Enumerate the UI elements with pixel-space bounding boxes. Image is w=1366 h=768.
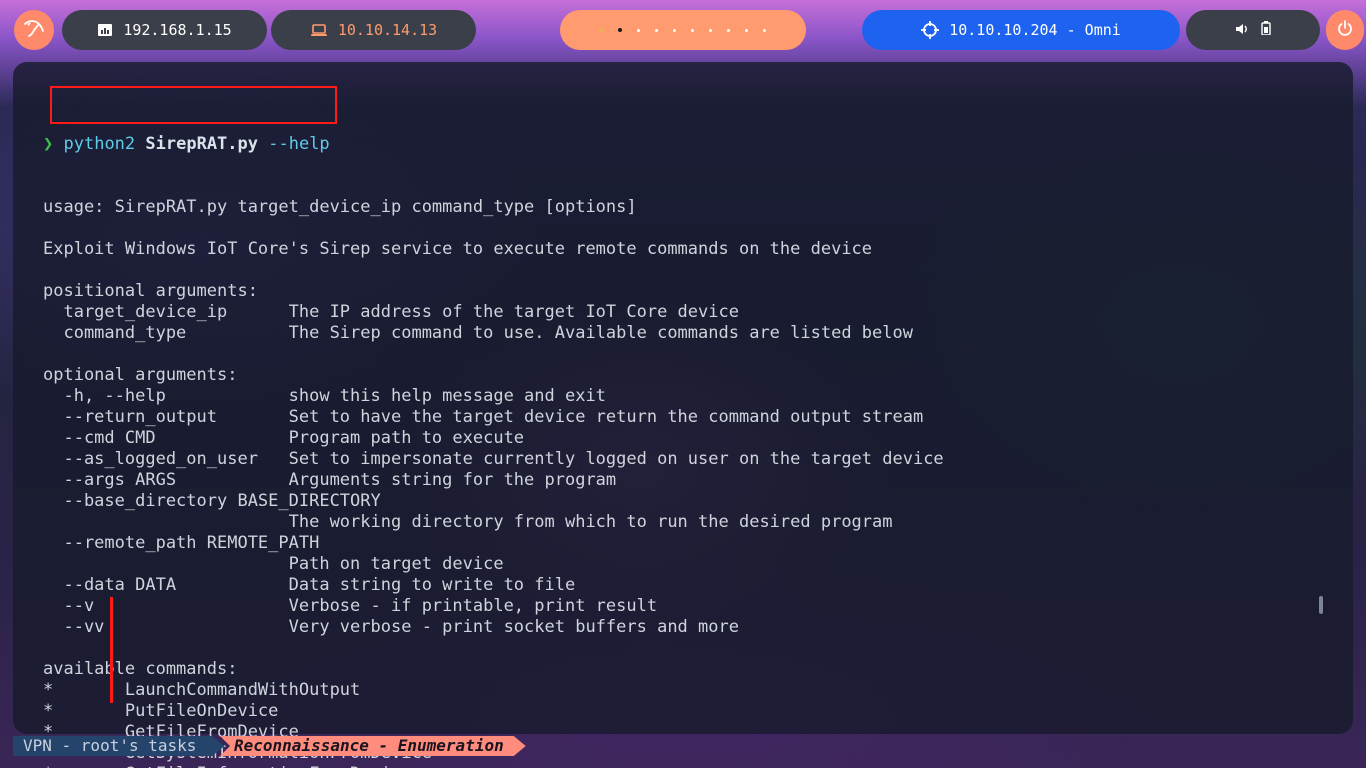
terminal-line: * LaunchCommandWithOutput xyxy=(43,680,361,700)
speaker-icon[interactable] xyxy=(1235,21,1249,39)
power-button[interactable] xyxy=(1326,10,1364,50)
terminal-line: --args ARGS Arguments string for the pro… xyxy=(43,470,617,490)
terminal-line: available commands: xyxy=(43,659,238,679)
terminal-line: --cmd CMD Program path to execute xyxy=(43,428,525,448)
workspace-dot-10[interactable] xyxy=(763,28,766,32)
workspace-dot-9[interactable] xyxy=(745,28,748,32)
terminal-line: Path on target device xyxy=(43,554,504,574)
workspace-dot-7[interactable] xyxy=(709,28,712,32)
vpn-ip-indicator[interactable]: 10.10.14.13 xyxy=(271,10,476,50)
workspace-dot-5[interactable] xyxy=(673,28,676,32)
target-text: 10.10.10.204 - Omni xyxy=(949,21,1121,39)
laptop-icon xyxy=(310,23,328,37)
terminal-line: The working directory from which to run … xyxy=(43,512,893,532)
local-ip-indicator[interactable]: 192.168.1.15 xyxy=(62,10,267,50)
terminal-line: command_type The Sirep command to use. A… xyxy=(43,323,913,343)
terminal-line: --vv Very verbose - print socket buffers… xyxy=(43,617,739,637)
target-indicator[interactable]: 10.10.10.204 - Omni xyxy=(862,10,1180,50)
terminal-line: --data DATA Data string to write to file xyxy=(43,575,576,595)
terminal-line: --base_directory BASE_DIRECTORY xyxy=(43,491,381,511)
workspace-dot-4[interactable] xyxy=(655,28,658,32)
terminal-line: target_device_ip The IP address of the t… xyxy=(43,302,739,322)
active-window-tab[interactable]: Reconnaissance - Enumeration xyxy=(220,736,526,756)
command-line: ❯ python2 SirepRAT.py --help xyxy=(43,134,944,155)
workspace-dot-8[interactable] xyxy=(727,28,730,32)
command-highlight-box xyxy=(50,86,337,124)
vpn-ip-text: 10.10.14.13 xyxy=(337,21,438,39)
workspace-dot-2[interactable] xyxy=(618,28,622,32)
workspace-dot-6[interactable] xyxy=(691,28,694,32)
ethernet-icon xyxy=(97,23,113,37)
terminal-line: --remote_path REMOTE_PATH xyxy=(43,533,320,553)
prompt-symbol: ❯ xyxy=(43,134,54,154)
terminal-line: -h, --help show this help message and ex… xyxy=(43,386,606,406)
workspace-dot-3[interactable] xyxy=(637,28,640,32)
local-ip-text: 192.168.1.15 xyxy=(123,21,232,39)
power-icon xyxy=(1337,20,1353,40)
terminal-line: Exploit Windows IoT Core's Sirep service… xyxy=(43,239,873,259)
terminal-line: --as_logged_on_user Set to impersonate c… xyxy=(43,449,944,469)
command-args: --help xyxy=(268,134,330,154)
launcher-button[interactable] xyxy=(14,10,54,50)
system-tray xyxy=(1186,10,1320,50)
terminal-line: * PutFileOnDevice xyxy=(43,701,279,721)
terminal-line: --v Verbose - if printable, print result xyxy=(43,596,658,616)
session-tab[interactable]: VPN - root's tasks xyxy=(13,736,224,756)
terminal-line: --return_output Set to have the target d… xyxy=(43,407,924,427)
terminal-window[interactable]: ❯ python2 SirepRAT.py --help usage: Sire… xyxy=(13,62,1353,768)
commands-highlight-marker xyxy=(110,597,113,703)
kali-dragon-icon xyxy=(23,18,45,42)
terminal-line: usage: SirepRAT.py target_device_ip comm… xyxy=(43,197,637,217)
scrollbar-thumb[interactable] xyxy=(1319,596,1323,614)
terminal-output[interactable]: ❯ python2 SirepRAT.py --help usage: Sire… xyxy=(43,92,944,768)
workspace-dot-1[interactable] xyxy=(600,28,603,32)
command-script: SirepRAT.py xyxy=(145,134,258,154)
terminal-line: * GetFileInformationFromDevice xyxy=(43,764,944,768)
terminal-line: positional arguments: xyxy=(43,281,258,301)
battery-icon[interactable] xyxy=(1261,21,1271,39)
workspace-switcher[interactable] xyxy=(560,10,806,50)
command-interpreter: python2 xyxy=(63,134,136,154)
crosshair-icon xyxy=(921,21,940,39)
terminal-line: optional arguments: xyxy=(43,365,238,385)
